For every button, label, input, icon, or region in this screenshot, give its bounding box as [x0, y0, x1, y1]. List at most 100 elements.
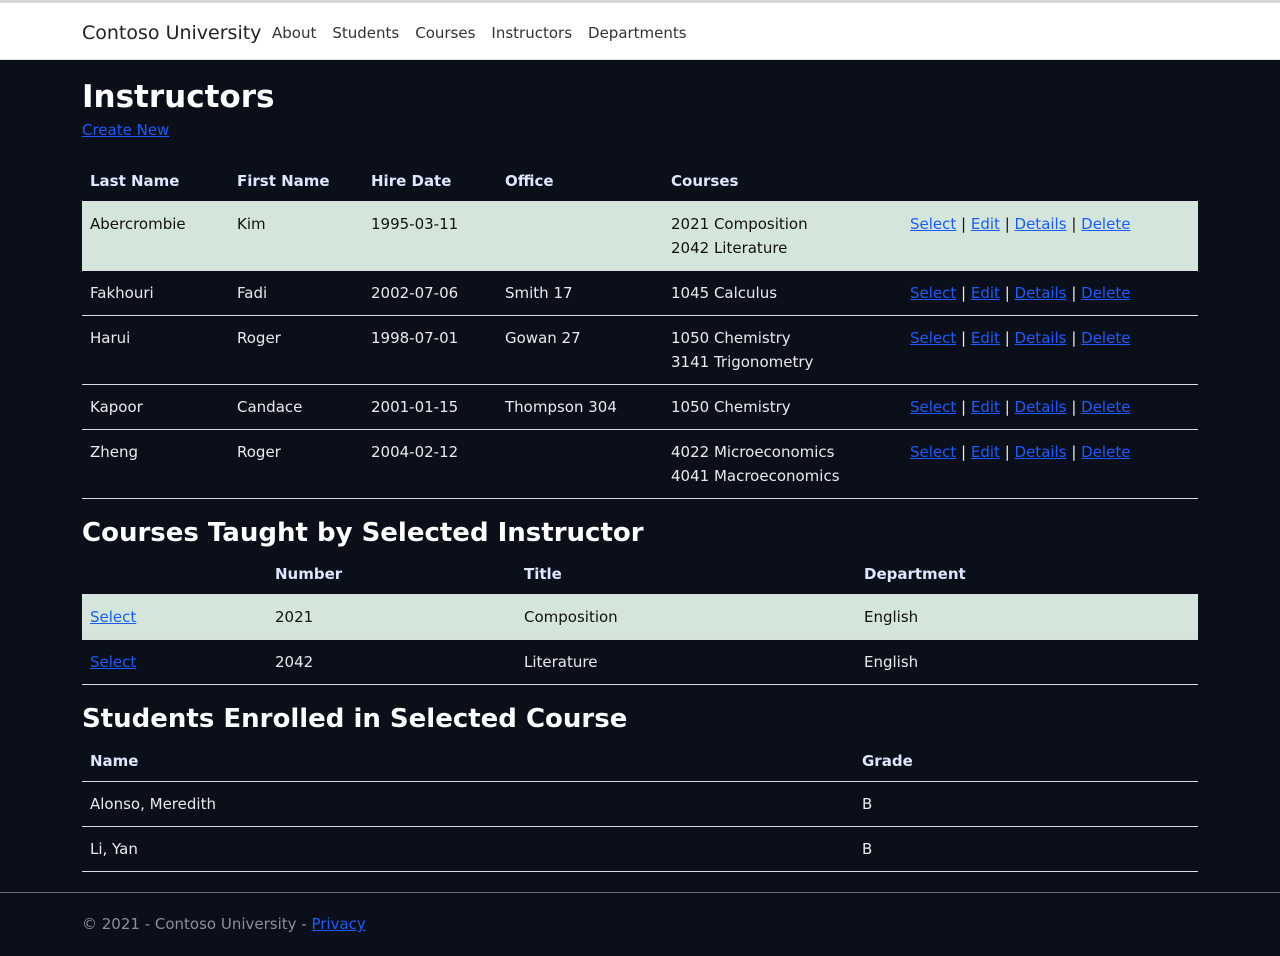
instructor-first: Fadi — [229, 269, 363, 315]
instructor-courses: 1045 Calculus — [663, 269, 902, 315]
nav-departments[interactable]: Departments — [588, 24, 687, 42]
action-separator: | — [956, 283, 971, 302]
student-grade: B — [854, 825, 1198, 872]
instructor-last: Abercrombie — [82, 200, 229, 270]
col-number: Number — [275, 565, 343, 584]
edit-link[interactable]: Edit — [971, 215, 1000, 233]
student-name: Li, Yan — [82, 825, 854, 872]
instructor-actions: Select | Edit | Details | Delete — [902, 200, 1198, 270]
nav-students[interactable]: Students — [332, 24, 399, 42]
course-number: 2021 — [267, 594, 516, 640]
instructor-row: Fakhouri Fadi 2002-07-06 Smith 17 1045 Calcu… — [82, 269, 1198, 315]
nav-about[interactable]: About — [272, 24, 316, 42]
brand-link[interactable]: Contoso University — [82, 22, 261, 44]
student-row: Alonso, Meredith B — [82, 780, 1198, 826]
nav-courses[interactable]: Courses — [415, 24, 475, 42]
col-last-name: Last Name — [90, 171, 180, 190]
delete-link[interactable]: Delete — [1081, 284, 1130, 302]
instructor-last: Kapoor — [82, 383, 229, 429]
select-link[interactable]: Select — [910, 329, 956, 347]
nav-instructors[interactable]: Instructors — [491, 24, 572, 42]
details-link[interactable]: Details — [1015, 329, 1067, 347]
create-new-link[interactable]: Create New — [82, 121, 169, 139]
instructor-actions: Select | Edit | Details | Delete — [902, 269, 1198, 315]
instructors-body: Abercrombie Kim 1995-03-11 2021 Composition… — [82, 200, 1198, 499]
course-entry: 4022 Microeconomics — [671, 442, 835, 461]
edit-link[interactable]: Edit — [971, 329, 1000, 347]
col-actions — [902, 161, 1198, 201]
instructor-row: Harui Roger 1998-07-01 Gowan 27 1050 Chemist… — [82, 314, 1198, 384]
select-link[interactable]: Select — [910, 284, 956, 302]
course-entry: 2042 Literature — [671, 238, 788, 257]
courses-table: Number Title Department Select 2021 Compos… — [82, 555, 1198, 685]
action-separator: | — [999, 397, 1015, 416]
details-link[interactable]: Details — [1015, 284, 1067, 302]
action-separator: | — [956, 442, 971, 461]
action-separator: | — [999, 214, 1015, 233]
instructor-office: Smith 17 — [497, 269, 663, 315]
instructor-hire: 1998-07-01 — [363, 314, 497, 384]
instructor-courses: 1050 Chemistry — [663, 383, 902, 429]
privacy-link[interactable]: Privacy — [311, 915, 365, 933]
select-course-link[interactable]: Select — [90, 653, 136, 671]
action-separator: | — [956, 397, 971, 416]
students-body: Alonso, Meredith B Li, Yan B — [82, 780, 1198, 872]
instructor-courses: 4022 Microeconomics 4041 Macroeconomics — [663, 428, 902, 499]
select-link[interactable]: Select — [910, 398, 956, 416]
delete-link[interactable]: Delete — [1081, 398, 1130, 416]
edit-link[interactable]: Edit — [971, 398, 1000, 416]
action-separator: | — [999, 283, 1015, 302]
instructor-first: Roger — [229, 314, 363, 384]
select-link[interactable]: Select — [910, 443, 956, 461]
course-entry: 1050 Chemistry — [671, 328, 791, 347]
course-entry: 4041 Macroeconomics — [671, 466, 840, 485]
course-entry: 1050 Chemistry — [671, 397, 791, 416]
action-separator: | — [999, 442, 1015, 461]
col-name: Name — [90, 751, 139, 770]
courses-section-title: Courses Taught by Selected Instructor — [82, 517, 644, 548]
page-title: Instructors — [82, 79, 275, 115]
col-grade: Grade — [862, 751, 913, 770]
instructor-hire: 2004-02-12 — [363, 428, 497, 499]
course-department: English — [856, 639, 1198, 685]
col-department: Department — [864, 565, 966, 584]
instructor-office — [497, 200, 663, 270]
details-link[interactable]: Details — [1015, 398, 1067, 416]
instructor-last: Fakhouri — [82, 269, 229, 315]
select-link[interactable]: Select — [910, 215, 956, 233]
footer-text: © 2021 - Contoso University - Privacy — [82, 915, 366, 933]
instructor-office: Gowan 27 — [497, 314, 663, 384]
instructor-first: Kim — [229, 200, 363, 270]
instructor-courses: 2021 Composition 2042 Literature — [663, 200, 902, 270]
delete-link[interactable]: Delete — [1081, 329, 1130, 347]
action-separator: | — [1066, 397, 1082, 416]
edit-link[interactable]: Edit — [971, 284, 1000, 302]
course-row: Select 2021 Composition English — [82, 594, 1198, 640]
courses-header-row: Number Title Department — [82, 555, 1198, 595]
instructor-row: Zheng Roger 2004-02-12 4022 Microeconomics 4… — [82, 428, 1198, 499]
instructor-actions: Select | Edit | Details | Delete — [902, 314, 1198, 384]
instructors-header-row: Last Name First Name Hire Date Office Co… — [82, 161, 1198, 201]
delete-link[interactable]: Delete — [1081, 443, 1130, 461]
delete-link[interactable]: Delete — [1081, 215, 1130, 233]
instructor-hire: 1995-03-11 — [363, 200, 497, 270]
col-title: Title — [524, 565, 562, 584]
nav-menu: About Students Courses Instructors Depar… — [272, 24, 687, 42]
col-hire-date: Hire Date — [371, 171, 452, 190]
course-select-cell: Select — [82, 639, 267, 685]
instructor-first: Roger — [229, 428, 363, 499]
col-select — [82, 555, 267, 595]
edit-link[interactable]: Edit — [971, 443, 1000, 461]
course-title: Literature — [516, 639, 856, 685]
instructor-row: Kapoor Candace 2001-01-15 Thompson 304 1050 … — [82, 383, 1198, 429]
students-header-row: Name Grade — [82, 741, 1198, 781]
details-link[interactable]: Details — [1015, 443, 1067, 461]
course-select-cell: Select — [82, 594, 267, 640]
instructor-courses: 1050 Chemistry 3141 Trigonometry — [663, 314, 902, 384]
instructor-last: Zheng — [82, 428, 229, 499]
col-office: Office — [505, 171, 554, 190]
main-content: Instructors Create New Last Name First N… — [82, 60, 1198, 872]
details-link[interactable]: Details — [1015, 215, 1067, 233]
select-course-link[interactable]: Select — [90, 608, 136, 626]
student-grade: B — [854, 780, 1198, 826]
